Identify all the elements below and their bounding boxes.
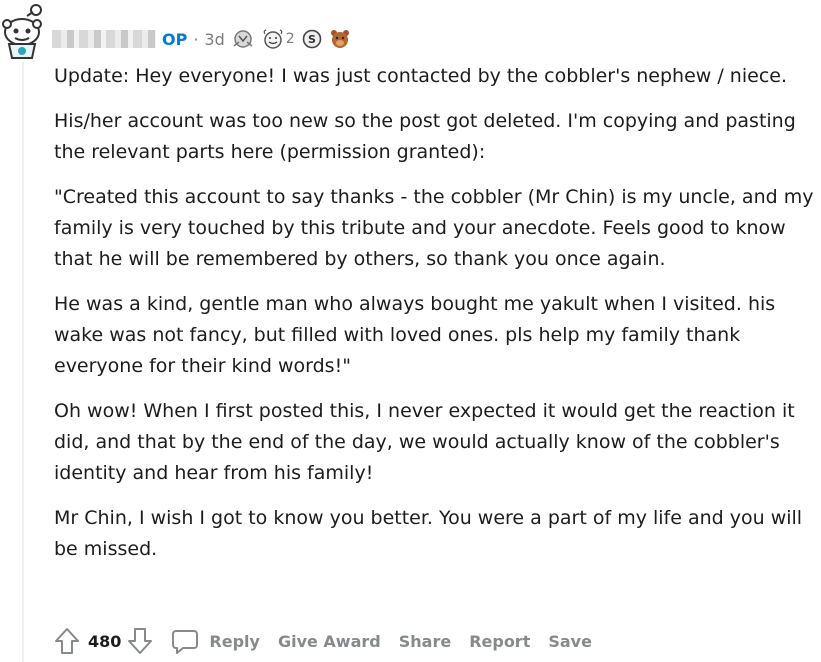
avatar[interactable] bbox=[0, 2, 46, 60]
op-flair: OP bbox=[162, 29, 188, 49]
comment-paragraph: He was a kind, gentle man who always bou… bbox=[54, 293, 776, 377]
comment-paragraph: His/her account was too new so the post … bbox=[54, 110, 796, 163]
comment-age[interactable]: 3d bbox=[204, 30, 224, 49]
comment-bubble-icon[interactable] bbox=[171, 627, 199, 655]
reply-button[interactable]: Reply bbox=[209, 632, 260, 651]
comment-paragraph: Mr Chin, I wish I got to know you better… bbox=[54, 507, 803, 560]
downvote-icon[interactable] bbox=[125, 625, 155, 657]
comment-paragraph: Update: Hey everyone! I was just contact… bbox=[54, 65, 787, 87]
comment-paragraph: "Created this account to say thanks - th… bbox=[54, 186, 814, 270]
username-redacted[interactable] bbox=[52, 30, 156, 48]
save-button[interactable]: Save bbox=[548, 632, 592, 651]
comment-header: OP · 3d 2 S bbox=[52, 26, 357, 52]
thread-line[interactable] bbox=[22, 62, 24, 662]
wholesome-award[interactable]: 2 bbox=[261, 28, 295, 50]
comment-body: Update: Hey everyone! I was just contact… bbox=[54, 61, 821, 579]
upvote-icon[interactable] bbox=[52, 625, 82, 657]
bear-award-icon[interactable] bbox=[329, 28, 351, 50]
separator: · bbox=[193, 29, 199, 49]
wholesome-award-icon bbox=[263, 29, 283, 49]
comment-paragraph: Oh wow! When I first posted this, I neve… bbox=[54, 400, 795, 484]
report-button[interactable]: Report bbox=[469, 632, 530, 651]
svg-text:S: S bbox=[308, 33, 316, 46]
silver-award-icon[interactable] bbox=[231, 28, 255, 50]
give-award-button[interactable]: Give Award bbox=[278, 632, 381, 651]
comment-actions: 480 Reply Give Award Share Report Save bbox=[52, 623, 610, 659]
share-button[interactable]: Share bbox=[399, 632, 451, 651]
award-count: 2 bbox=[285, 31, 295, 47]
helpful-award-icon[interactable]: S bbox=[301, 28, 323, 50]
vote-score: 480 bbox=[88, 631, 122, 651]
